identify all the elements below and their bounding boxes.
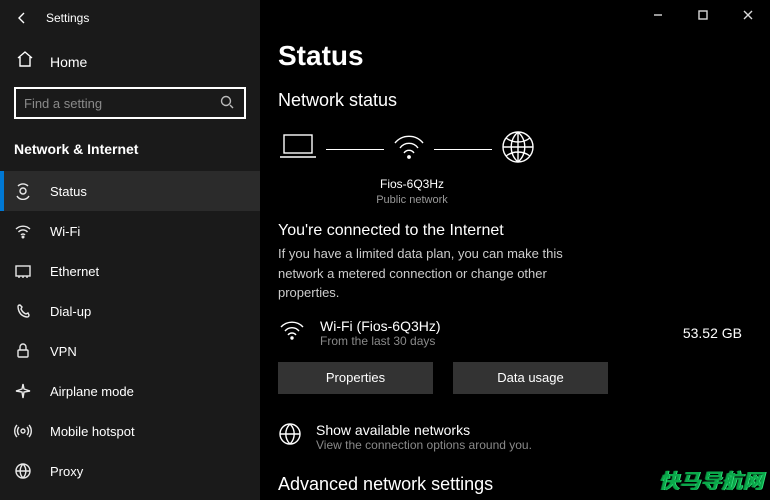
sidebar-item-hotspot[interactable]: Mobile hotspot <box>0 411 260 451</box>
sidebar-item-status[interactable]: Status <box>0 171 260 211</box>
minimize-icon <box>653 10 663 20</box>
dialup-icon <box>14 302 32 320</box>
hotspot-icon <box>14 422 32 440</box>
data-usage-button[interactable]: Data usage <box>453 362 608 394</box>
home-button[interactable]: Home <box>0 36 260 87</box>
sidebar-item-label: Dial-up <box>50 304 91 319</box>
diagram-labels: Fios-6Q3Hz Public network <box>352 176 472 208</box>
sidebar-item-label: Ethernet <box>50 264 99 279</box>
available-sub: View the connection options around you. <box>316 438 532 452</box>
sidebar-nav: Status Wi-Fi Ethernet Dial-up VPN Airpla… <box>0 171 260 491</box>
available-title: Show available networks <box>316 422 532 438</box>
wifi-signal-icon <box>392 131 426 168</box>
properties-button[interactable]: Properties <box>278 362 433 394</box>
wifi-usage-amount: 53.52 GB <box>683 325 742 341</box>
titlebar <box>260 0 770 32</box>
page-title: Status <box>278 40 742 72</box>
laptop-icon <box>278 131 318 168</box>
arrow-left-icon <box>15 11 29 25</box>
close-icon <box>743 10 753 20</box>
diagram-network-type: Public network <box>352 193 472 208</box>
sidebar-item-vpn[interactable]: VPN <box>0 331 260 371</box>
back-button[interactable] <box>12 8 32 28</box>
sidebar-item-airplane[interactable]: Airplane mode <box>0 371 260 411</box>
proxy-icon <box>14 462 32 480</box>
section-network-status: Network status <box>278 90 742 111</box>
search-icon <box>220 95 236 111</box>
sidebar-item-label: Airplane mode <box>50 384 134 399</box>
connection-line <box>434 149 492 150</box>
sidebar-item-ethernet[interactable]: Ethernet <box>0 251 260 291</box>
section-advanced: Advanced network settings <box>278 474 742 495</box>
wifi-period: From the last 30 days <box>320 334 669 348</box>
status-icon <box>14 182 32 200</box>
wifi-name: Wi-Fi (Fios-6Q3Hz) <box>320 318 669 334</box>
connected-heading: You're connected to the Internet <box>278 222 742 240</box>
home-label: Home <box>50 54 87 70</box>
close-button[interactable] <box>725 0 770 30</box>
sidebar-item-label: Wi-Fi <box>50 224 80 239</box>
minimize-button[interactable] <box>635 0 680 30</box>
sidebar-item-label: Proxy <box>50 464 83 479</box>
sidebar-item-proxy[interactable]: Proxy <box>0 451 260 491</box>
data-usage-label: Data usage <box>497 370 564 385</box>
connection-diagram <box>278 129 742 170</box>
globe-icon <box>500 129 536 170</box>
connected-body: If you have a limited data plan, you can… <box>278 244 608 303</box>
show-available-networks[interactable]: Show available networks View the connect… <box>278 422 742 452</box>
sidebar-item-dialup[interactable]: Dial-up <box>0 291 260 331</box>
properties-label: Properties <box>326 370 385 385</box>
category-label: Network & Internet <box>0 131 260 171</box>
window-title: Settings <box>46 11 89 25</box>
home-icon <box>16 50 34 73</box>
wifi-icon <box>278 317 306 350</box>
ethernet-icon <box>14 262 32 280</box>
connection-line <box>326 149 384 150</box>
search-field[interactable] <box>24 96 220 111</box>
vpn-icon <box>14 342 32 360</box>
wifi-usage-row: Wi-Fi (Fios-6Q3Hz) From the last 30 days… <box>278 317 742 350</box>
sidebar-item-label: Status <box>50 184 87 199</box>
search-input[interactable] <box>14 87 246 119</box>
globe-icon <box>278 422 302 452</box>
sidebar-item-label: VPN <box>50 344 77 359</box>
maximize-icon <box>698 10 708 20</box>
wifi-icon <box>14 222 32 240</box>
diagram-ssid: Fios-6Q3Hz <box>352 176 472 193</box>
sidebar-item-wifi[interactable]: Wi-Fi <box>0 211 260 251</box>
maximize-button[interactable] <box>680 0 725 30</box>
sidebar-item-label: Mobile hotspot <box>50 424 135 439</box>
airplane-icon <box>14 382 32 400</box>
